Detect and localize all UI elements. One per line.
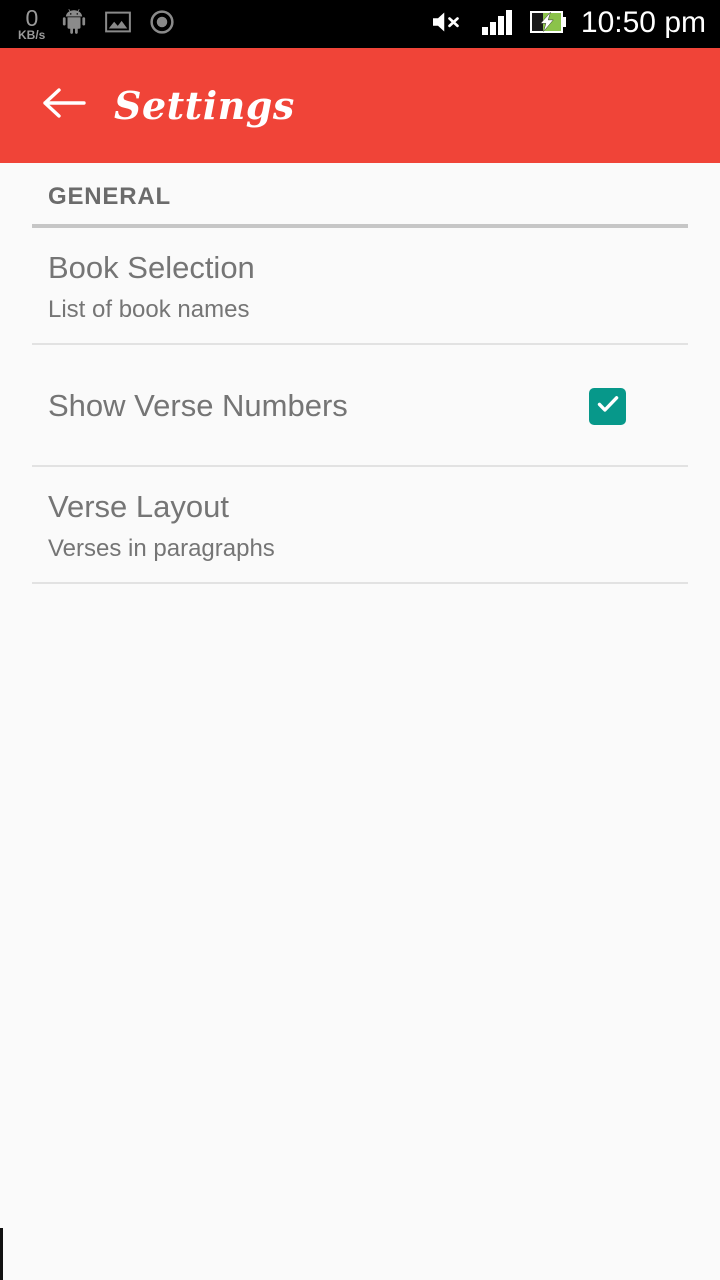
status-bar-right-icons: 10:50 pm bbox=[429, 7, 706, 42]
setting-text-group: Verse Layout Verses in paragraphs bbox=[48, 489, 672, 562]
bottom-edge-marker bbox=[0, 1228, 3, 1280]
signal-bars-icon bbox=[481, 8, 515, 41]
network-speed-unit: KB/s bbox=[18, 28, 46, 42]
setting-title: Book Selection bbox=[48, 250, 255, 285]
status-bar: 0 KB/s 10:50 pm bbox=[0, 0, 720, 48]
setting-row-verse-layout[interactable]: Verse Layout Verses in paragraphs bbox=[0, 467, 720, 582]
setting-text-group: Show Verse Numbers bbox=[48, 388, 589, 424]
network-speed-value: 0 bbox=[25, 5, 39, 31]
setting-text-group: Book Selection List of book names bbox=[48, 250, 672, 323]
image-icon bbox=[103, 7, 133, 42]
arrow-left-icon bbox=[40, 85, 86, 126]
setting-summary: List of book names bbox=[48, 295, 250, 323]
network-speed-indicator: 0 KB/s bbox=[18, 5, 46, 42]
section-header-general: GENERAL bbox=[0, 163, 720, 211]
status-bar-clock: 10:50 pm bbox=[580, 6, 706, 39]
status-bar-left-icons: 0 KB/s bbox=[18, 7, 177, 42]
section-header-label: GENERAL bbox=[48, 183, 171, 210]
record-circle-icon bbox=[147, 7, 177, 42]
setting-row-show-verse-numbers[interactable]: Show Verse Numbers bbox=[0, 345, 720, 465]
check-icon bbox=[594, 390, 622, 423]
setting-row-book-selection[interactable]: Book Selection List of book names bbox=[0, 228, 720, 343]
settings-list: GENERAL Book Selection List of book name… bbox=[0, 163, 720, 1280]
list-divider bbox=[32, 582, 688, 585]
app-bar: Settings bbox=[0, 48, 720, 163]
back-button[interactable] bbox=[36, 79, 90, 133]
setting-title: Show Verse Numbers bbox=[48, 388, 348, 424]
page-title: Settings bbox=[114, 83, 295, 128]
show-verse-numbers-checkbox[interactable] bbox=[589, 387, 626, 425]
android-icon bbox=[59, 7, 89, 42]
battery-charging-icon bbox=[529, 9, 567, 40]
setting-summary: Verses in paragraphs bbox=[48, 534, 275, 562]
setting-title: Verse Layout bbox=[48, 489, 229, 525]
volume-mute-icon bbox=[429, 7, 467, 42]
